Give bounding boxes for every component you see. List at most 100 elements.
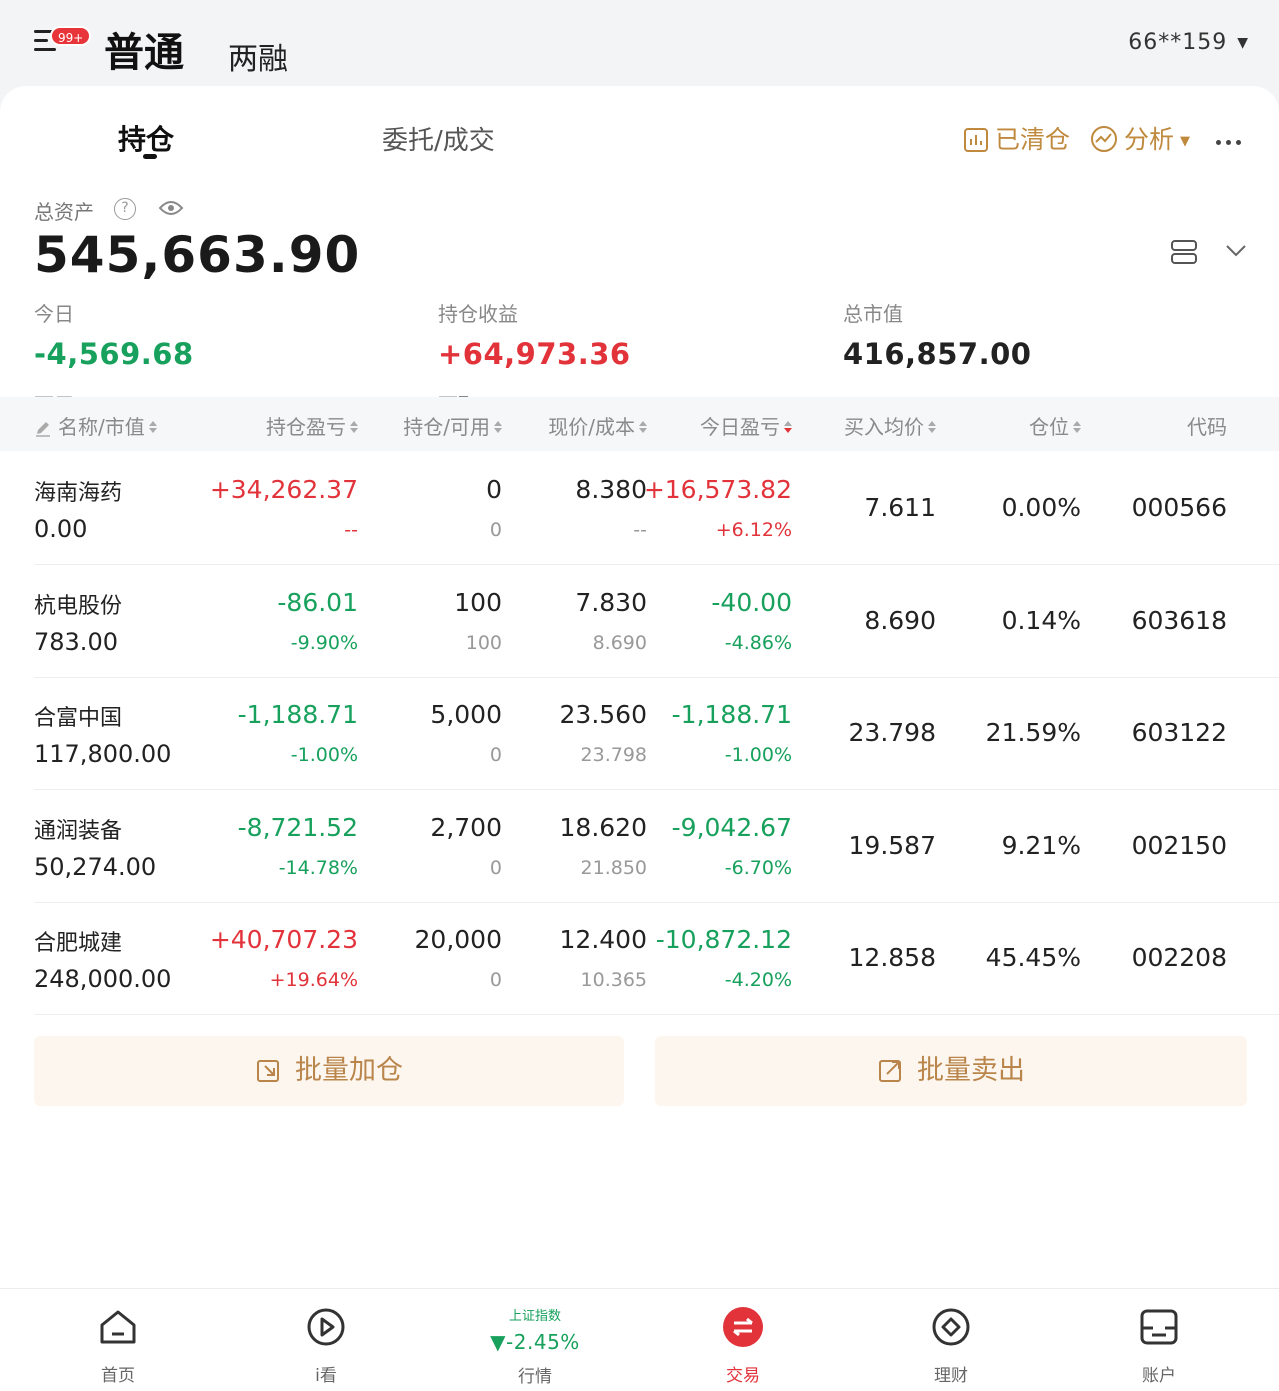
header-name-value[interactable]: 名称/市值 [34,411,157,440]
nav-label: 行情 [518,1367,552,1387]
table-row[interactable]: 杭电股份 783.00 -86.01 -9.90% 100 100 7.830 8.690 -4… [34,566,1279,678]
menu-button[interactable]: 99+ [30,26,92,66]
stock-market-value: 50,274.00 [34,852,157,881]
chevron-down-icon[interactable] [1224,242,1248,262]
header-qty-available[interactable]: 持仓/可用 [403,411,502,440]
help-icon[interactable]: ? [114,198,136,220]
table-row[interactable]: 通润装备 50,274.00 -8,721.52 -14.78% 2,700 0 18.62… [34,791,1279,903]
header-label: 持仓盈亏 [266,415,346,439]
available-label: 可用 [34,389,74,397]
batch-sell-label: 批量卖出 [917,1055,1025,1086]
today-pl-stat: 今日 -4,569.68 [34,298,194,371]
holding-profit-stat: 持仓收益 +64,973.36 [438,298,631,371]
bar-chart-icon [964,128,988,152]
table-row[interactable]: 合富中国 117,800.00 -1,188.71 -1.00% 5,000 0 23.56… [34,678,1279,790]
position-pct: 45.45% [985,943,1081,972]
market-value-label: 总市值 [843,302,903,326]
holding-pl: +40,707.23 [209,925,358,954]
caret-down-icon: ▼ [1237,35,1249,51]
analysis-label: 分析 [1124,125,1175,154]
nav-trade[interactable]: 交易 [683,1303,803,1386]
available-qty: 0 [489,519,502,541]
cleared-positions-button[interactable]: 已清仓 [963,120,1070,156]
holding-pl-pct: +19.64% [269,969,358,991]
sort-icon [350,421,358,433]
batch-sell-button[interactable]: 批量卖出 [655,1036,1247,1106]
stock-code: 603122 [1131,718,1227,747]
trade-icon [683,1303,803,1351]
cost-price: 23.798 [580,744,647,766]
header-today-pl[interactable]: 今日盈亏 [700,411,792,440]
stock-code: 603618 [1131,605,1227,635]
header-avg-buy-price[interactable]: 买入均价 [844,411,936,440]
stock-name: 通润装备 [34,818,123,844]
bottom-nav: 首页 i看 上证指数 ▼-2.45% 行情 交易 理财 账户 [0,1288,1279,1391]
header-label: 持仓/可用 [403,415,490,439]
nav-market[interactable]: 上证指数 ▼-2.45% 行情 [475,1303,595,1387]
sort-icon [1073,421,1081,433]
stock-code: 002150 [1131,830,1227,860]
avg-buy-price: 12.858 [848,943,936,972]
header-holding-pl[interactable]: 持仓盈亏 [266,411,358,440]
nav-watch[interactable]: i看 [266,1303,386,1386]
eye-icon[interactable] [158,198,184,222]
holding-pl: -86.01 [277,587,358,617]
nav-label: 交易 [726,1366,760,1386]
batch-add-icon [257,1060,279,1082]
today-pl-label: 今日 [34,302,74,326]
current-price: 12.400 [559,925,647,954]
nav-label: 理财 [934,1366,968,1386]
table-row[interactable]: 海南海药 0.00 +34,262.37 -- 0 0 8.380 -- +16,573.82 +… [34,453,1279,565]
available-qty: 0 [489,969,502,991]
more-options-icon[interactable] [1216,130,1246,149]
holding-pl: -8,721.52 [237,812,358,842]
current-price: 23.560 [559,700,647,729]
holding-qty: 20,000 [414,925,502,954]
available-qty: 0 [489,744,502,766]
holding-profit-value: +64,973.36 [438,337,631,371]
header-price-cost[interactable]: 现价/成本 [548,411,647,440]
stock-name: 杭电股份 [34,593,123,619]
holding-pl-pct: -1.00% [290,744,358,766]
header-label: 今日盈亏 [700,415,780,439]
account-selector[interactable]: 66**159 ▼ [1128,30,1249,55]
analysis-button[interactable]: 分析 ▼ [1090,120,1190,156]
today-pl: -40.00 [711,587,792,617]
stock-market-value: 783.00 [34,627,118,656]
stock-market-value: 117,800.00 [34,740,172,768]
caret-down-icon: ▼ [1180,134,1191,149]
tab-margin-account[interactable]: 两融 [228,34,288,78]
analysis-icon [1091,126,1117,152]
holding-qty: 100 [454,587,502,617]
nav-finance[interactable]: 理财 [891,1303,1011,1386]
list-view-icon[interactable] [1170,238,1198,270]
stock-market-value: 0.00 [34,515,88,543]
total-assets-label: 总资产 [34,200,94,224]
market-value-stat: 总市值 416,857.00 [843,298,1031,371]
table-header: 名称/市值 持仓盈亏 持仓/可用 现价/成本 今日盈亏 买入均价 仓位 代码 [0,397,1279,451]
tab-orders-trades[interactable]: 委托/成交 [382,120,495,157]
holding-pl-pct: -- [344,519,358,541]
today-pl: -1,188.71 [671,700,792,729]
edit-icon [36,422,50,437]
nav-home[interactable]: 首页 [58,1303,178,1386]
nav-label: 账户 [1142,1366,1176,1386]
finance-icon [891,1303,1011,1351]
today-pl-pct: -6.70% [724,856,792,879]
header-position-pct[interactable]: 仓位 [1029,411,1081,440]
active-tab-indicator [143,154,157,159]
stock-name: 海南海药 [34,481,123,506]
today-pl-pct: -4.20% [724,969,792,991]
tab-holdings[interactable]: 持仓 [118,118,174,158]
today-pl-pct: +6.12% [715,519,792,541]
batch-add-button[interactable]: 批量加仓 [34,1036,624,1106]
nav-account[interactable]: 账户 [1099,1303,1219,1386]
avg-buy-price: 8.690 [864,605,936,635]
today-pl: -10,872.12 [655,925,792,954]
tab-normal-account[interactable]: 普通 [104,20,184,78]
position-pct: 21.59% [985,718,1081,747]
table-row[interactable]: 合肥城建 248,000.00 +40,707.23 +19.64% 20,000 0 12… [34,903,1279,1015]
withdrawable-label: 可取 [438,389,478,397]
available-qty: 100 [465,631,502,654]
today-pl: +16,573.82 [643,475,792,504]
